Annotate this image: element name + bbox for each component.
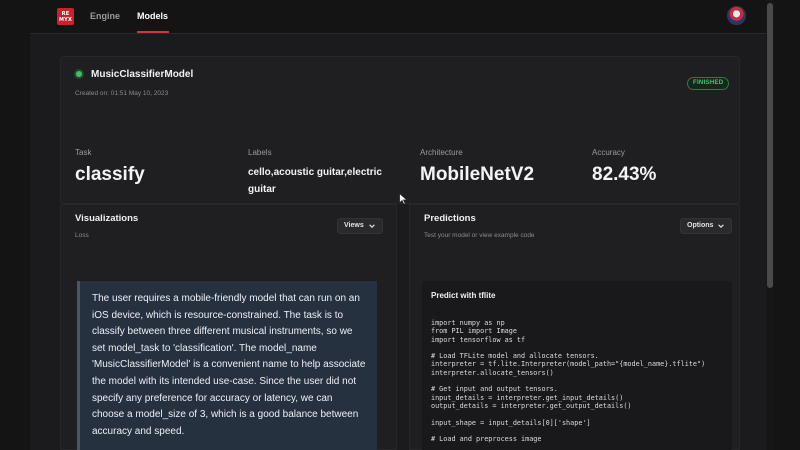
model-reasoning-text: The user requires a mobile-friendly mode… (77, 281, 377, 450)
predictions-subtitle: Test your model or view example code (424, 232, 535, 239)
tab-engine[interactable]: Engine (90, 11, 120, 21)
stat-value-task: classify (75, 164, 145, 185)
stat-value-labels: cello,acoustic guitar,electric guitar (248, 167, 382, 195)
predictions-title: Predictions (424, 213, 476, 224)
predictions-panel: Predictions Test your model or view exam… (409, 204, 740, 450)
visualizations-subtitle: Loss (75, 232, 89, 239)
chevron-down-icon (718, 224, 725, 228)
app-logo[interactable]: RE MYX (57, 8, 74, 25)
code-line: # Get input and output tensors. (431, 385, 558, 394)
logo-text-bottom: MYX (58, 16, 73, 23)
code-example-title: Predict with tflite (431, 291, 496, 300)
code-line: import tensorflow as tf (431, 335, 526, 344)
stat-label-architecture: Architecture (420, 148, 463, 157)
code-line: import numpy as np (431, 319, 505, 327)
created-timestamp: Created on: 01:51 May 10, 2023 (75, 90, 169, 97)
stat-value-accuracy: 82.43% (592, 164, 657, 185)
views-dropdown-button[interactable]: Views (337, 218, 383, 234)
models-page: MusicClassifierModel Created on: 01:51 M… (30, 34, 770, 450)
stat-label-labels: Labels (248, 148, 272, 157)
code-example-card: Predict with tflite import numpy as np fr… (422, 281, 732, 450)
visualizations-title: Visualizations (75, 213, 139, 224)
status-badge: FINISHED (687, 77, 730, 90)
model-summary-card: MusicClassifierModel Created on: 01:51 M… (60, 56, 740, 204)
code-line: input_shape = input_details[0]['shape'] (431, 418, 591, 427)
scrollbar-thumb[interactable] (767, 3, 773, 288)
code-line: input_details = interpreter.get_input_de… (431, 393, 624, 402)
stat-label-accuracy: Accuracy (592, 148, 625, 157)
code-line: from PIL import Image (431, 327, 517, 336)
options-button-label: Options (687, 222, 714, 229)
active-tab-indicator (137, 31, 169, 33)
code-line: interpreter = tf.lite.Interpreter(model_… (431, 360, 706, 369)
tab-models[interactable]: Models (137, 11, 168, 21)
model-name: MusicClassifierModel (91, 69, 194, 80)
code-line: # Load and preprocess image (431, 435, 542, 444)
stat-label-task: Task (75, 148, 92, 157)
status-dot-icon (76, 71, 82, 77)
stat-value-architecture: MobileNetV2 (420, 164, 535, 185)
chevron-down-icon (368, 224, 375, 228)
visualizations-panel: Visualizations Loss Views The user requi… (60, 204, 397, 450)
code-line: output_details = interpreter.get_output_… (431, 401, 632, 410)
mouse-cursor-icon (399, 193, 408, 205)
user-avatar[interactable] (727, 6, 746, 25)
options-dropdown-button[interactable]: Options (680, 218, 733, 234)
code-line: interpreter.allocate_tensors() (431, 368, 554, 377)
code-block[interactable]: import numpy as np from PIL import Image i… (431, 319, 727, 443)
views-button-label: Views (344, 222, 364, 229)
code-line: # Load TFLite model and allocate tensors… (431, 352, 599, 361)
top-navigation: RE MYX Engine Models (30, 0, 770, 34)
